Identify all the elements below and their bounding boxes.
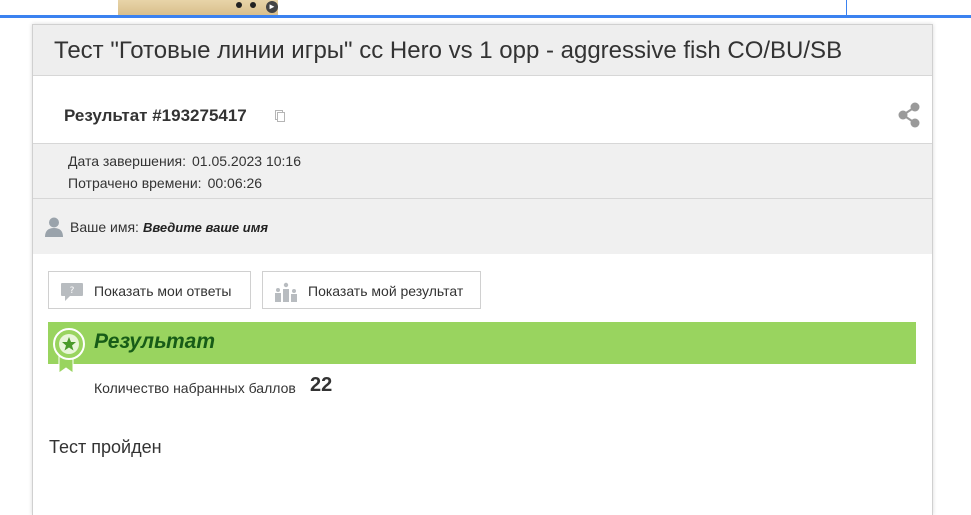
time-row: Потрачено времени: 00:06:26 [68,175,262,191]
copy-icon[interactable] [275,110,285,122]
result-title: Результат [94,330,216,353]
top-banner [278,0,847,15]
result-id: Результат #193275417 [64,106,247,125]
svg-text:?: ? [70,286,75,296]
score-label: Количество набранных баллов [94,380,296,396]
time-label: Потрачено времени: [68,175,202,191]
test-title: Тест "Готовые линии игры" cc Hero vs 1 o… [33,25,932,76]
show-answers-button[interactable]: ? Показать мои ответы [48,271,251,309]
name-label: Ваше имя: [70,219,139,235]
thumbnail-image[interactable]: ► [118,0,278,15]
name-input[interactable]: Введите ваше имя [143,220,268,235]
test-status: Тест пройден [49,437,162,457]
result-card: Тест "Готовые линии игры" cc Hero vs 1 o… [32,24,933,515]
completed-row: Дата завершения: 01.05.2023 10:16 [68,153,301,169]
show-result-label: Показать мой результат [308,283,464,299]
user-icon [45,217,63,237]
completed-label: Дата завершения: [68,153,186,169]
result-banner: Результат [48,322,916,364]
play-icon[interactable]: ► [266,1,278,13]
completed-value: 01.05.2023 10:16 [192,153,301,169]
share-icon[interactable] [898,102,920,128]
show-answers-label: Показать мои ответы [94,283,232,299]
podium-icon [275,282,297,302]
award-badge-icon [53,328,85,374]
score-value: 22 [310,374,333,396]
show-result-button[interactable]: Показать мой результат [262,271,481,309]
time-value: 00:06:26 [207,175,263,191]
question-bubble-icon: ? [61,283,83,301]
result-header: Результат #193275417 [33,76,932,144]
user-name-row: Ваше имя: Введите ваше имя [33,199,932,254]
result-meta: Дата завершения: 01.05.2023 10:16 Потраче… [33,144,932,199]
name-label-group: Ваше имя: Введите ваше имя [70,219,268,235]
blue-divider [0,15,971,18]
top-strip: ► [0,0,971,18]
